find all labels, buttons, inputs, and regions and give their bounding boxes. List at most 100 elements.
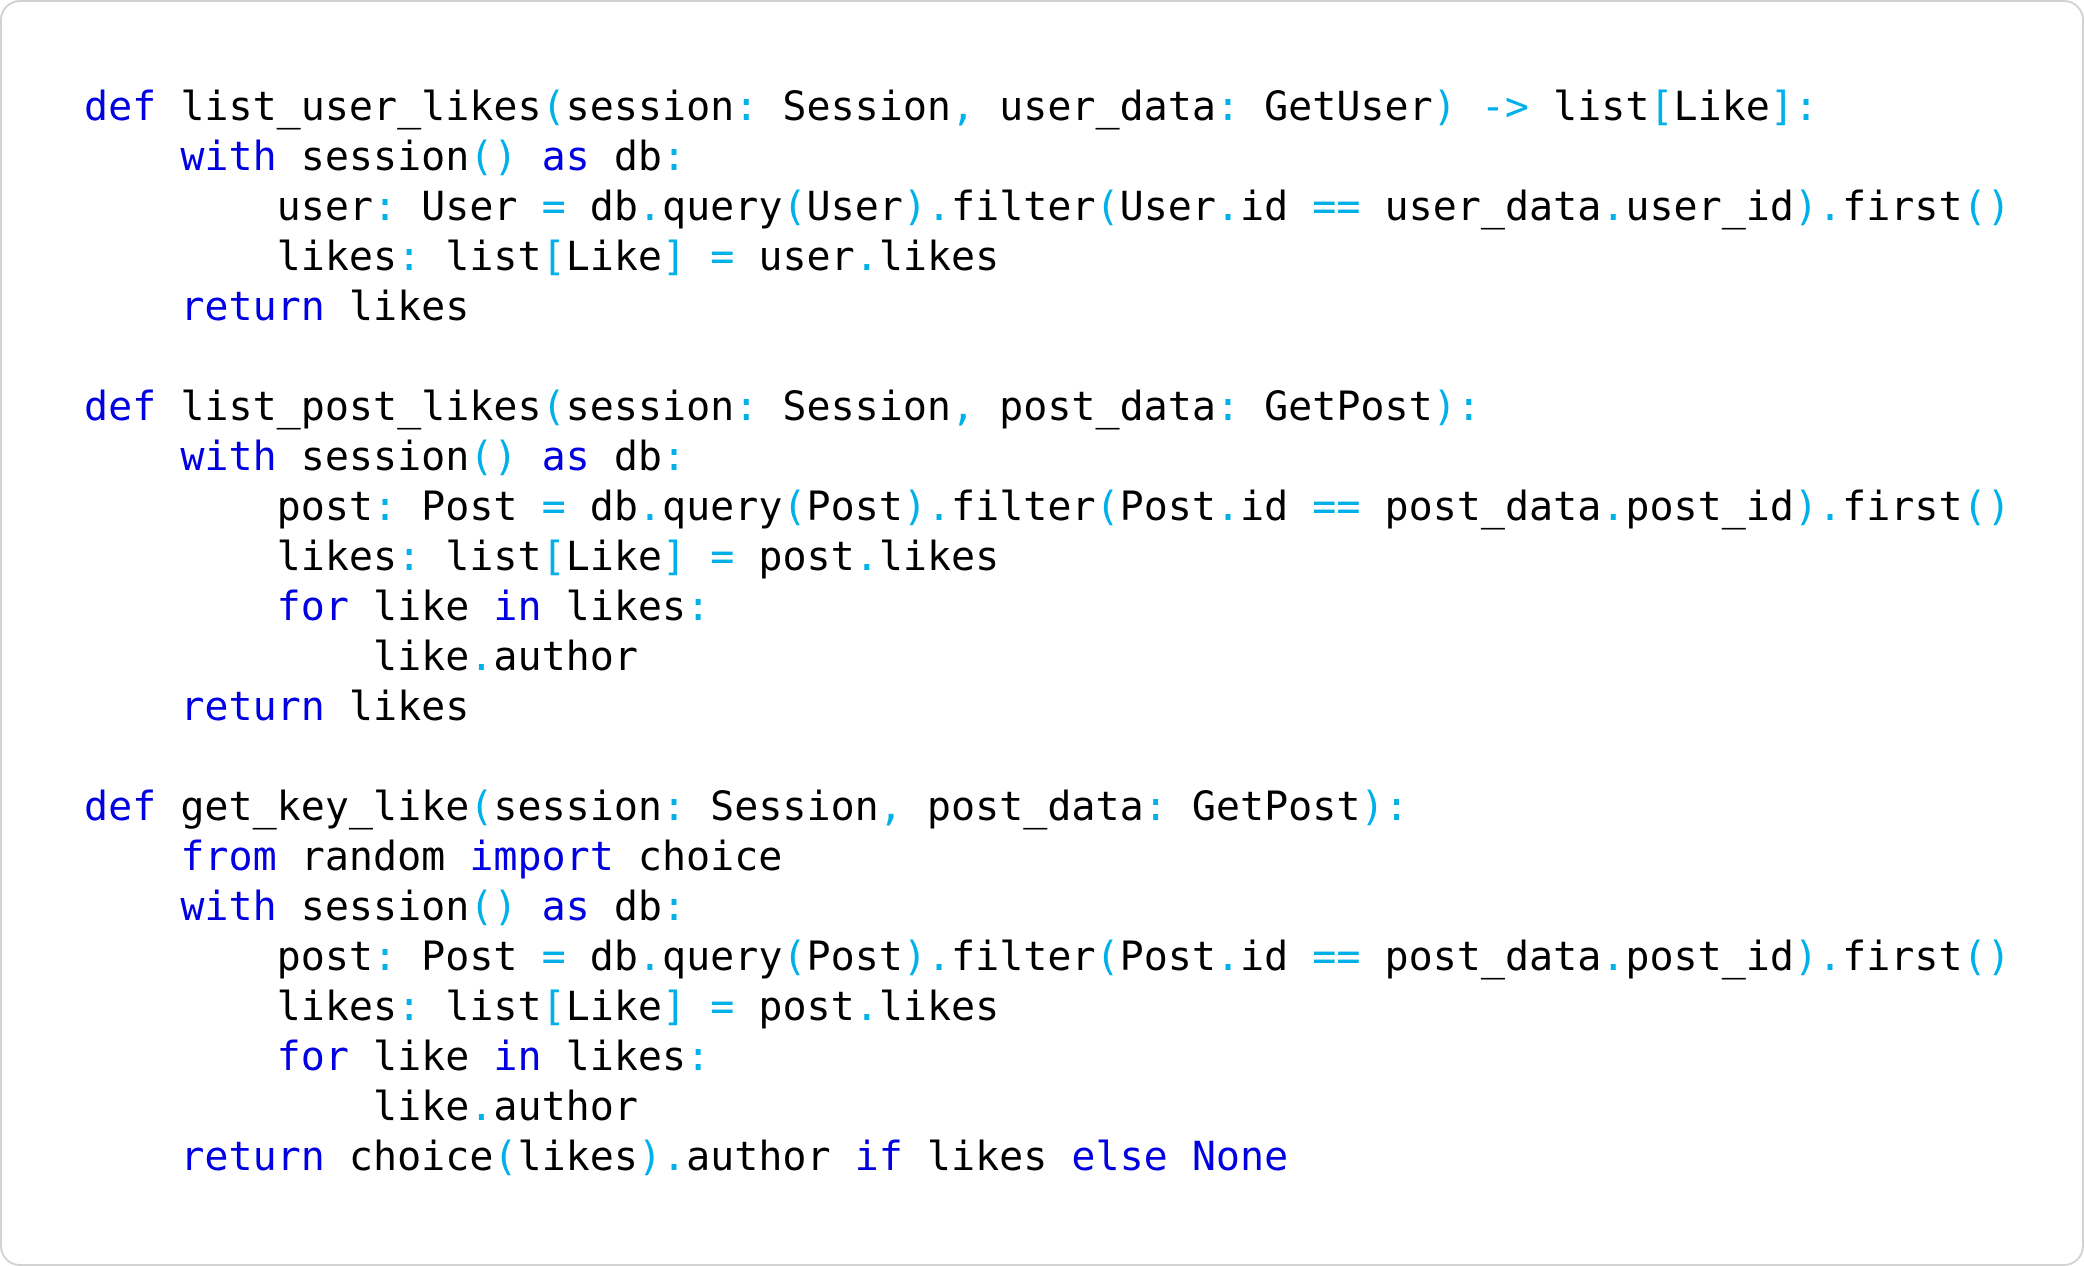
code-line: post: Post = db.query(Post).filter(Post.…	[84, 482, 2011, 532]
code-operator: (	[541, 84, 566, 130]
code-keyword: in	[493, 1034, 542, 1080]
code-operator: :	[662, 884, 687, 930]
code-operator: [	[541, 534, 566, 580]
code-operator: =	[710, 534, 735, 580]
code-token: list	[421, 234, 542, 280]
code-operator: .	[637, 934, 663, 980]
code-token: Session	[758, 84, 951, 130]
code-line: return likes	[84, 282, 2011, 332]
code-token: db	[589, 134, 662, 180]
code-operator: (	[1095, 184, 1120, 230]
code-token: User	[806, 184, 903, 230]
code-token: likes	[84, 234, 398, 280]
code-operator: ):	[1432, 384, 1481, 430]
code-token: post_id	[1625, 934, 1794, 980]
code-operator: =	[710, 984, 735, 1030]
code-operator: [	[541, 984, 566, 1030]
code-token: db	[565, 484, 638, 530]
code-line: like.author	[84, 1082, 2011, 1132]
code-token: Post	[806, 934, 903, 980]
code-line: with session() as db:	[84, 432, 2011, 482]
code-token: session	[276, 134, 470, 180]
code-keyword: as	[541, 884, 590, 930]
code-keyword: return	[180, 684, 325, 730]
code-operator: .	[1601, 934, 1626, 980]
code-token: Like	[1673, 84, 1770, 130]
code-token: Like	[565, 234, 663, 280]
code-token: random	[276, 834, 470, 880]
code-token: GetPost	[1167, 784, 1361, 830]
code-token: filter	[951, 934, 1096, 980]
code-operator: ()	[1962, 484, 2011, 530]
code-operator: ).	[902, 934, 952, 980]
code-operator: ).	[902, 184, 952, 230]
code-token: id	[1240, 484, 1313, 530]
code-keyword: return	[180, 1134, 325, 1180]
code-token: first	[1842, 184, 1963, 230]
code-token: choice	[324, 1134, 494, 1180]
code-operator: ):	[1360, 784, 1409, 830]
code-operator: :	[1215, 384, 1240, 430]
code-operator: :	[662, 784, 687, 830]
code-line: for like in likes:	[84, 582, 2011, 632]
code-operator: ).	[637, 1134, 687, 1180]
code-keyword: from	[180, 834, 277, 880]
code-token: user_data	[975, 84, 1216, 130]
code-operator: (	[541, 384, 566, 430]
code-operator: .	[1215, 934, 1241, 980]
code-keyword: def	[84, 784, 157, 830]
code-token: post_data	[1360, 934, 1602, 980]
code-token: GetUser	[1240, 84, 1433, 130]
code-keyword: import	[469, 834, 614, 880]
code-operator: )	[1432, 84, 1457, 130]
code-token: Post	[806, 484, 903, 530]
code-token: likes	[878, 234, 1000, 280]
code-keyword: def	[84, 384, 157, 430]
code-token: User	[1119, 184, 1216, 230]
code-token: likes	[324, 684, 470, 730]
code-token: db	[589, 884, 662, 930]
code-token: session	[565, 84, 735, 130]
code-keyword: None	[1191, 1134, 1289, 1180]
code-operator: .	[469, 634, 494, 680]
code-token: filter	[951, 484, 1096, 530]
code-operator: :	[397, 984, 422, 1030]
code-token: id	[1240, 184, 1313, 230]
code-token: post_id	[1625, 484, 1794, 530]
code-token: likes	[541, 1034, 687, 1080]
code-token: likes	[541, 584, 687, 630]
code-line: likes: list[Like] = post.likes	[84, 532, 2011, 582]
code-line: def list_post_likes(session: Session, po…	[84, 382, 2011, 432]
code-token: post_data	[1360, 484, 1602, 530]
code-token: GetPost	[1240, 384, 1433, 430]
code-token: id	[1240, 934, 1313, 980]
code-editor-panel: def list_user_likes(session: Session, us…	[0, 0, 2084, 1266]
code-token: query	[662, 484, 783, 530]
code-operator: ).	[902, 484, 952, 530]
code-keyword: with	[180, 134, 277, 180]
code-token: post	[84, 934, 373, 980]
code-token: post	[734, 984, 855, 1030]
code-operator: =	[541, 184, 566, 230]
code-operator: [	[541, 234, 566, 280]
code-line: from random import choice	[84, 832, 2011, 882]
code-operator: :	[397, 234, 422, 280]
code-line: for like in likes:	[84, 1032, 2011, 1082]
code-operator: (	[782, 934, 807, 980]
code-token: likes	[324, 284, 470, 330]
code-token: query	[662, 934, 783, 980]
code-operator: (	[493, 1134, 518, 1180]
code-keyword: with	[180, 884, 277, 930]
code-token: user	[734, 234, 855, 280]
code-keyword: with	[180, 434, 277, 480]
code-operator: ()	[469, 884, 518, 930]
code-token: first	[1842, 934, 1963, 980]
code-operator: :	[397, 534, 422, 580]
code-operator: (	[1095, 484, 1120, 530]
